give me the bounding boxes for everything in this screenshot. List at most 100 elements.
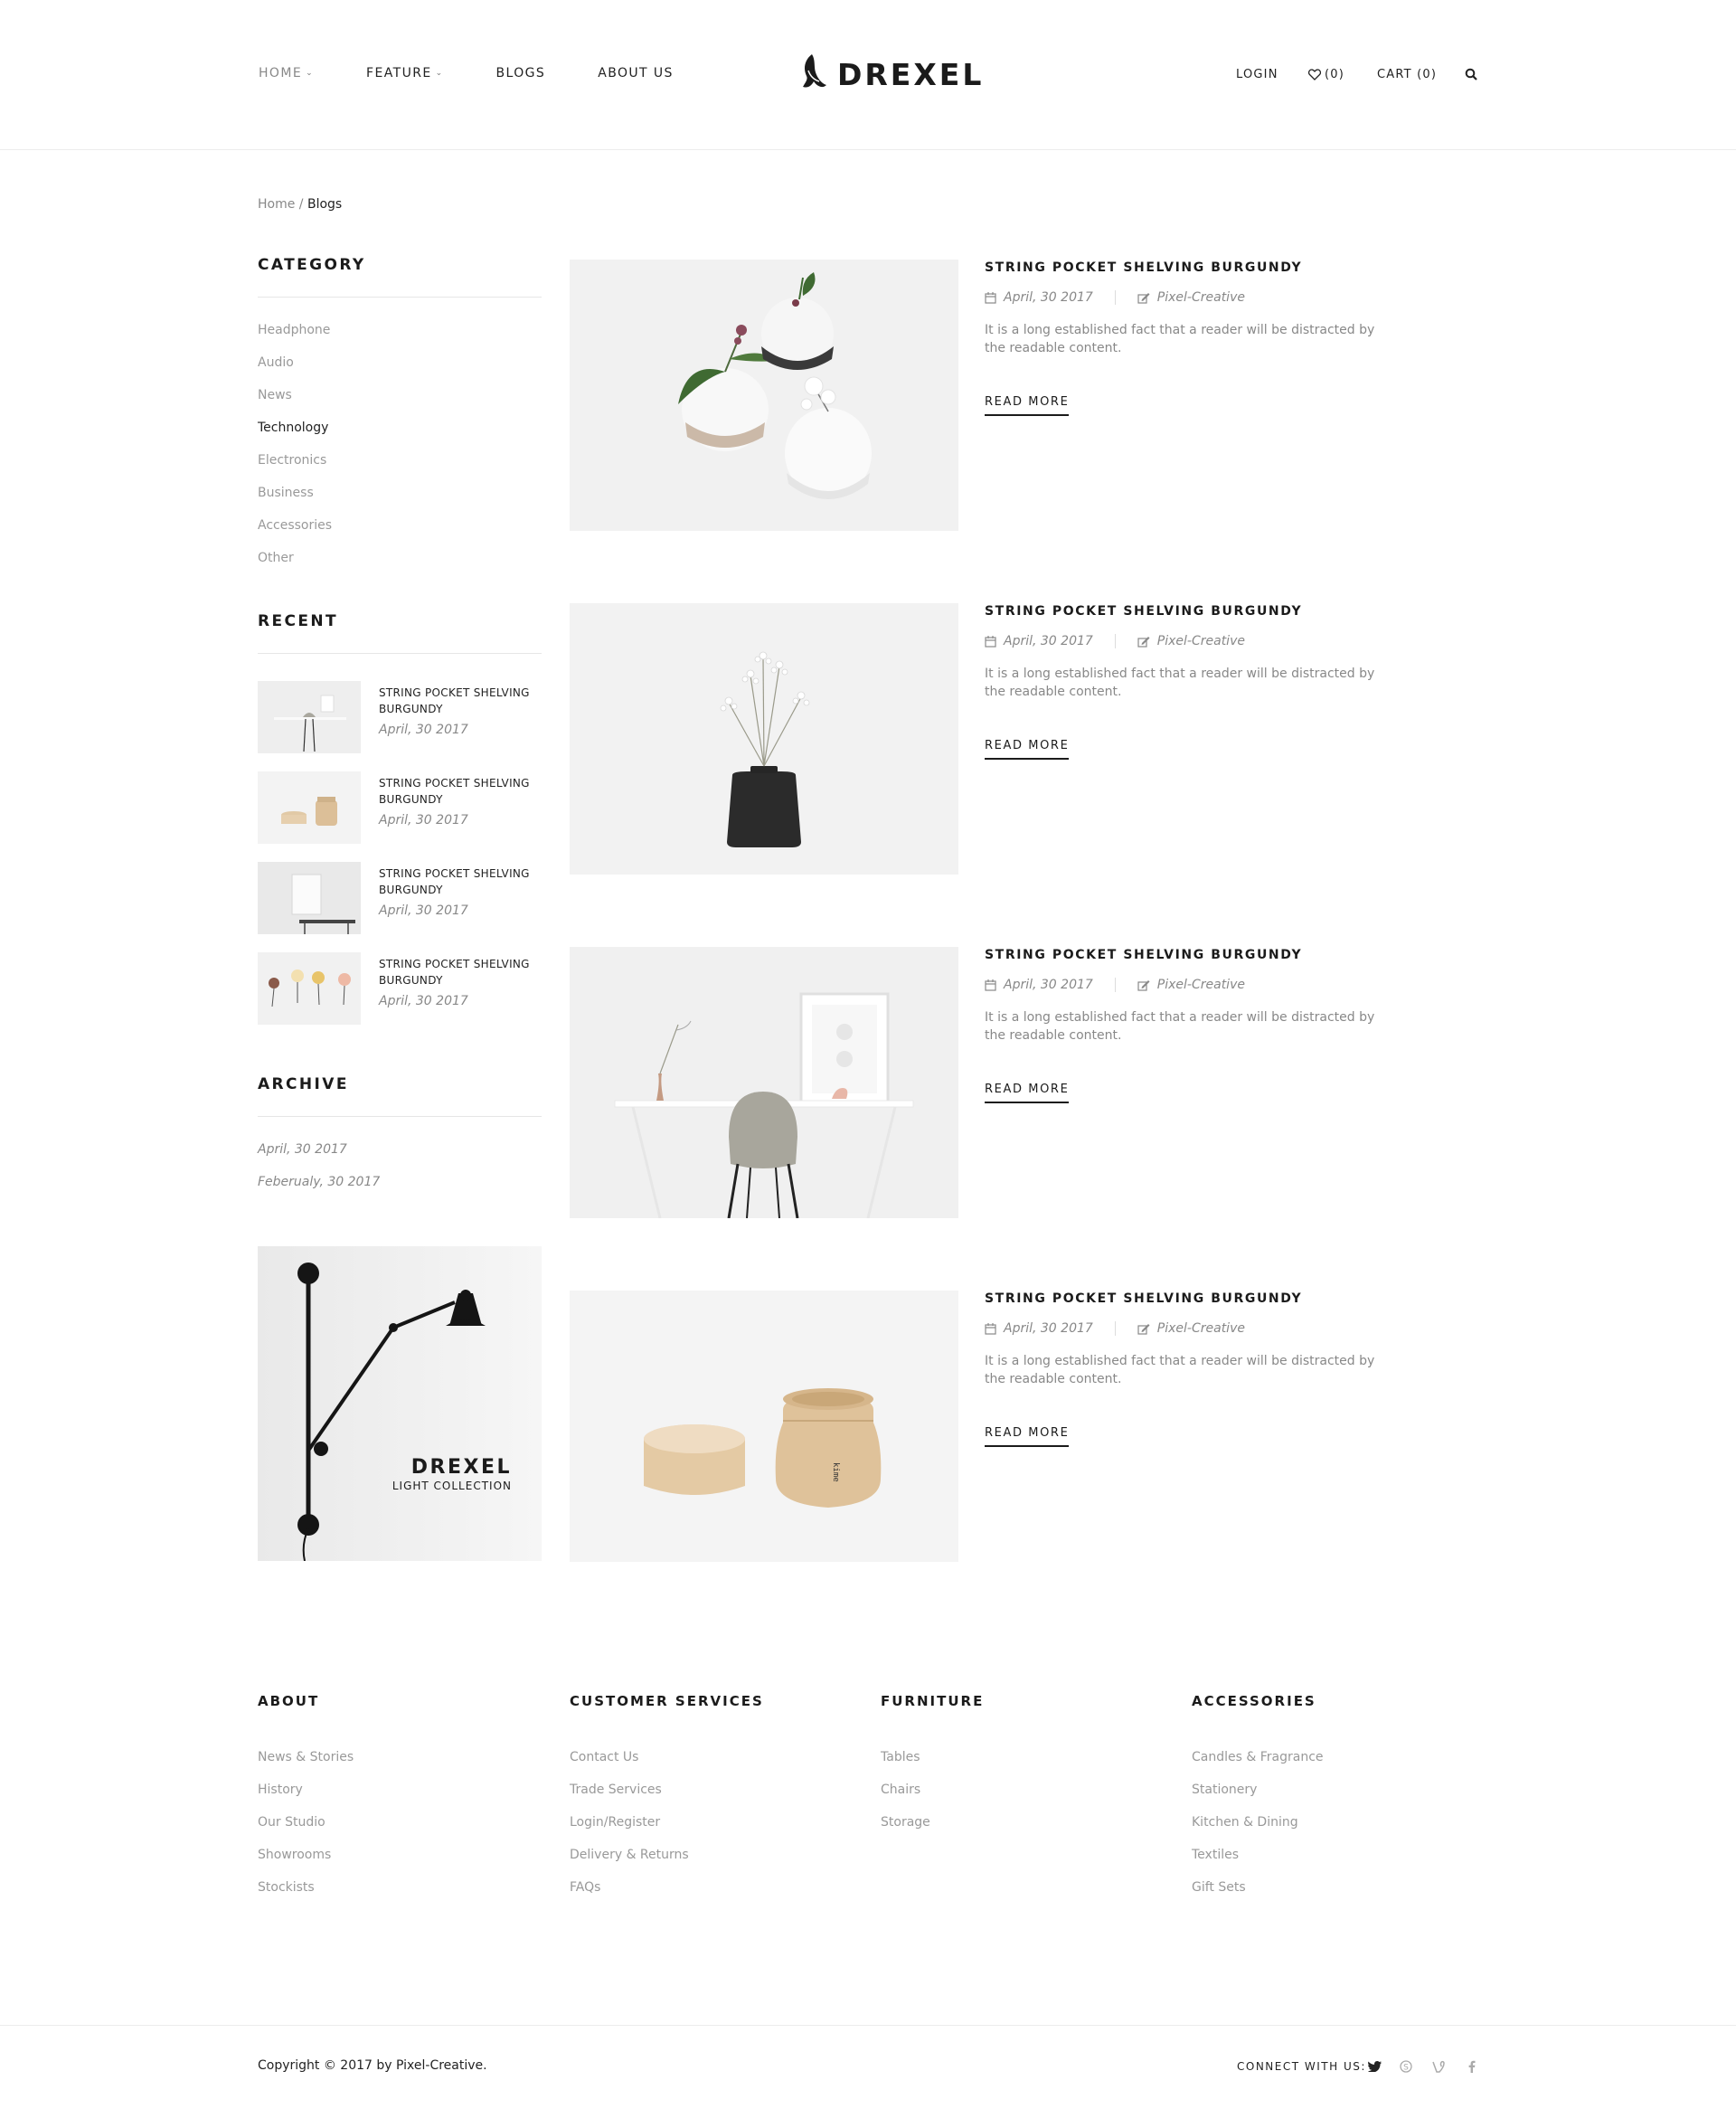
recent-post[interactable]: STRING POCKET SHELVING BURGUNDY April, 3… [258,862,542,934]
promo-subtitle: LIGHT COLLECTION [392,1480,512,1492]
footer-link[interactable]: Chairs [881,1783,984,1815]
archive-item[interactable]: April, 30 2017 [258,1142,380,1175]
nav-blogs[interactable]: BLOGS [496,66,546,80]
recent-title[interactable]: STRING POCKET SHELVING BURGUNDY [379,685,542,717]
twitter-link[interactable] [1365,2057,1383,2076]
login-link[interactable]: LOGIN [1236,68,1278,81]
category-item[interactable]: News [258,386,332,419]
nav-blogs-label: BLOGS [495,66,546,80]
recent-thumbnail [258,681,361,753]
recent-post[interactable]: STRING POCKET SHELVING BURGUNDY April, 3… [258,681,542,753]
edit-icon [1137,636,1150,648]
read-more-link[interactable]: READ MORE [985,1426,1070,1447]
footer-link[interactable]: Candles & Fragrance [1192,1750,1324,1783]
search-icon [1465,68,1477,80]
category-item[interactable]: Electronics [258,451,332,484]
post-image[interactable]: kime [570,1291,958,1562]
post-title[interactable]: STRING POCKET SHELVING BURGUNDY [985,603,1382,619]
post-title[interactable]: STRING POCKET SHELVING BURGUNDY [985,947,1382,963]
blog-post: kime STRING POCKET SHELVING BURGUNDY Apr… [570,1291,1383,1562]
meta-divider [1114,1321,1116,1336]
wishlist-link[interactable]: (0) [1308,68,1344,81]
footer-link[interactable]: News & Stories [258,1750,354,1783]
post-author[interactable]: Pixel-Creative [1157,634,1245,648]
category-item[interactable]: Other [258,549,332,582]
nav-feature-label: FEATURE [366,66,432,80]
recent-post[interactable]: STRING POCKET SHELVING BURGUNDY April, 3… [258,952,542,1025]
breadcrumb-current: Blogs [307,197,343,212]
recent-title[interactable]: STRING POCKET SHELVING BURGUNDY [379,956,542,988]
cart-link[interactable]: CART (0) [1377,68,1437,81]
post-body: STRING POCKET SHELVING BURGUNDY April, 3… [985,603,1382,760]
category-item[interactable]: Business [258,484,332,516]
divider [258,1116,542,1117]
recent-post[interactable]: STRING POCKET SHELVING BURGUNDY April, 3… [258,771,542,844]
post-title[interactable]: STRING POCKET SHELVING BURGUNDY [985,1291,1382,1307]
read-more-link[interactable]: READ MORE [985,1083,1070,1103]
connect-label: CONNECT WITH US: [1237,2060,1366,2073]
edit-icon [1137,1323,1150,1335]
recent-date: April, 30 2017 [379,813,468,828]
footer-link[interactable]: Textiles [1192,1848,1324,1880]
read-more-link[interactable]: READ MORE [985,395,1070,416]
footer-link[interactable]: Our Studio [258,1815,354,1848]
archive-item[interactable]: Feberualy, 30 2017 [258,1175,380,1207]
site-logo[interactable]: DREXEL [799,52,984,96]
skype-link[interactable]: S [1397,2057,1415,2076]
footer-link[interactable]: FAQs [570,1880,764,1913]
category-item[interactable]: Accessories [258,516,332,549]
calendar-icon [985,1322,996,1335]
footer-link[interactable]: Stockists [258,1880,354,1913]
main-nav: HOME ⌄ FEATURE ⌄ BLOGS ABOUT US [259,66,726,80]
footer-link[interactable]: Delivery & Returns [570,1848,764,1880]
post-meta: April, 30 2017 Pixel-Creative [985,288,1382,307]
post-image[interactable] [570,947,958,1218]
read-more-link[interactable]: READ MORE [985,739,1070,760]
nav-feature[interactable]: FEATURE ⌄ [366,66,444,80]
footer-link[interactable]: Stationery [1192,1783,1324,1815]
footer-link[interactable]: History [258,1783,354,1815]
calendar-icon [985,291,996,304]
category-item[interactable]: Audio [258,354,332,386]
chevron-down-icon: ⌄ [306,69,315,78]
post-image[interactable] [570,603,958,875]
footer-heading: FURNITURE [881,1693,985,1709]
footer-link[interactable]: Login/Register [570,1815,764,1848]
recent-date: April, 30 2017 [379,994,468,1008]
nav-home[interactable]: HOME ⌄ [259,66,314,80]
footer-link[interactable]: Showrooms [258,1848,354,1880]
footer-link[interactable]: Contact Us [570,1750,764,1783]
nav-about-us[interactable]: ABOUT US [598,66,674,80]
vine-link[interactable] [1429,2057,1448,2076]
post-excerpt: It is a long established fact that a rea… [985,1010,1375,1043]
site-header: HOME ⌄ FEATURE ⌄ BLOGS ABOUT US DREXEL L… [0,0,1736,150]
post-date: April, 30 2017 [1004,1321,1093,1336]
search-button[interactable] [1465,68,1481,80]
breadcrumb-home[interactable]: Home [258,197,295,212]
recent-title[interactable]: STRING POCKET SHELVING BURGUNDY [379,775,542,808]
post-image[interactable] [570,260,958,531]
recent-date: April, 30 2017 [379,903,468,918]
divider [258,297,542,298]
recent-date: April, 30 2017 [379,723,468,737]
post-title[interactable]: STRING POCKET SHELVING BURGUNDY [985,260,1382,276]
footer-link[interactable]: Kitchen & Dining [1192,1815,1324,1848]
post-author[interactable]: Pixel-Creative [1157,978,1245,992]
post-author[interactable]: Pixel-Creative [1157,1321,1245,1336]
footer-link[interactable]: Gift Sets [1192,1880,1324,1913]
blog-post: STRING POCKET SHELVING BURGUNDY April, 3… [570,603,1383,875]
logo-text: DREXEL [837,56,985,92]
facebook-link[interactable] [1463,2057,1481,2076]
post-author[interactable]: Pixel-Creative [1157,290,1245,305]
promo-banner[interactable]: DREXEL LIGHT COLLECTION [258,1246,542,1561]
footer-link[interactable]: Trade Services [570,1783,764,1815]
footer-link[interactable]: Storage [881,1815,984,1848]
post-excerpt: It is a long established fact that a rea… [985,667,1375,699]
footer-heading: CUSTOMER SERVICES [570,1693,764,1709]
category-item[interactable]: Headphone [258,321,332,354]
recent-title[interactable]: STRING POCKET SHELVING BURGUNDY [379,865,542,898]
footer-link[interactable]: Tables [881,1750,984,1783]
post-body: STRING POCKET SHELVING BURGUNDY April, 3… [985,947,1382,1103]
category-item-active[interactable]: Technology [258,419,332,451]
lamp-image [258,1246,542,1561]
